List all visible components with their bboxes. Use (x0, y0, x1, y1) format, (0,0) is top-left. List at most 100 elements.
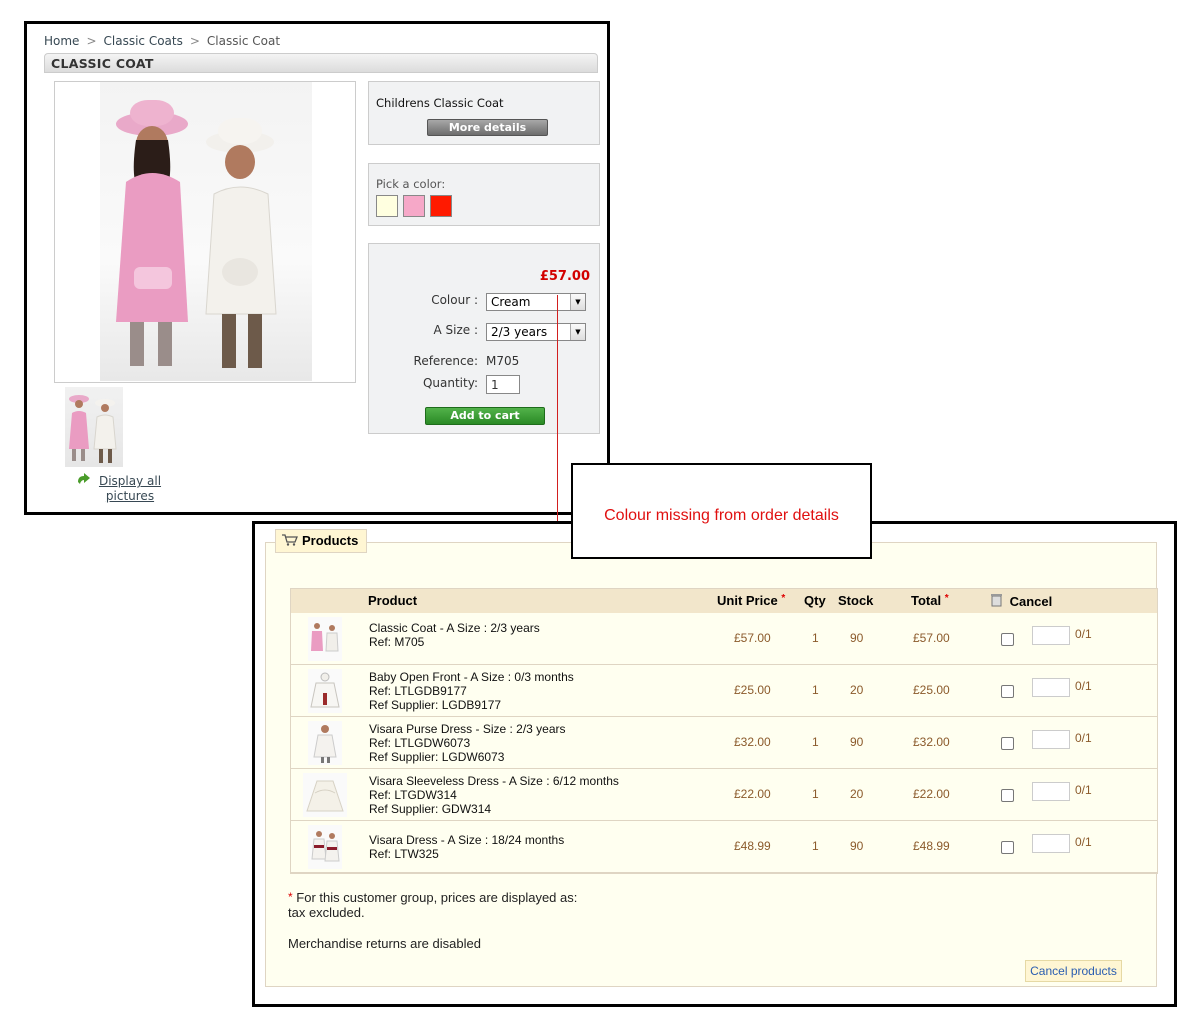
color-swatch-cream[interactable] (376, 195, 398, 217)
row-product-name: Visara Dress - A Size : 18/24 months (369, 833, 565, 847)
row-cancel-checkbox[interactable] (1001, 737, 1014, 750)
breadcrumb-separator: > (86, 34, 97, 48)
col-unit-price: Unit Price * (717, 593, 785, 608)
col-product: Product (368, 593, 418, 608)
reference-value: M705 (486, 354, 520, 368)
row-total: £57.00 (913, 631, 950, 645)
trash-icon (991, 594, 1002, 607)
product-thumbnail[interactable] (65, 387, 123, 467)
table-row: Baby Open Front - A Size : 0/3 months Re… (291, 665, 1157, 717)
table-header: Product Unit Price * Qty Stock Total * C… (291, 589, 1157, 613)
row-cancel-checkbox[interactable] (1001, 685, 1014, 698)
row-cancel-checkbox[interactable] (1001, 633, 1014, 646)
asterisk-icon: * (781, 593, 786, 604)
products-table: Product Unit Price * Qty Stock Total * C… (290, 588, 1158, 874)
row-unit-price: £22.00 (734, 787, 771, 801)
breadcrumb-current: Classic Coat (206, 34, 281, 48)
breadcrumb-separator: > (189, 34, 200, 48)
main-product-image[interactable] (54, 81, 356, 383)
products-legend-label: Products (302, 533, 359, 548)
breadcrumb-classic-coats-link[interactable]: Classic Coats (104, 34, 183, 48)
row-total: £22.00 (913, 787, 950, 801)
chevron-down-icon: ▼ (570, 324, 585, 340)
table-row: Visara Sleeveless Dress - A Size : 6/12 … (291, 769, 1157, 821)
row-product-ref: Ref: M705 (369, 635, 425, 649)
row-unit-price: £32.00 (734, 735, 771, 749)
products-fieldset: Product Unit Price * Qty Stock Total * C… (265, 542, 1158, 987)
row-cancel-count: 0/1 (1075, 731, 1092, 745)
asterisk-icon: * (944, 593, 949, 604)
size-select-value: 2/3 years (491, 325, 548, 339)
refresh-arrow-icon (78, 473, 90, 484)
color-swatch-pink[interactable] (403, 195, 425, 217)
row-product-name: Visara Purse Dress - Size : 2/3 years (369, 722, 566, 736)
pick-color-label: Pick a color: (376, 177, 446, 191)
col-cancel-label: Cancel (1009, 594, 1053, 609)
display-all-pictures-link[interactable]: Display all pictures (95, 474, 165, 504)
colour-select[interactable]: Cream ▼ (486, 293, 586, 311)
row-product-text: Visara Dress - A Size : 18/24 months Ref… (369, 833, 564, 861)
shopping-cart-icon (282, 534, 298, 546)
size-select[interactable]: 2/3 years ▼ (486, 323, 586, 341)
row-qty: 1 (812, 683, 819, 697)
col-qty: Qty (804, 593, 826, 608)
row-product-name: Classic Coat - A Size : 2/3 years (369, 621, 540, 635)
cancel-products-button[interactable]: Cancel products (1025, 960, 1122, 982)
product-description-box: Childrens Classic Coat More details (368, 81, 600, 145)
product-short-description: Childrens Classic Coat (376, 96, 504, 110)
row-stock: 90 (850, 631, 864, 645)
quantity-label: Quantity: (422, 376, 478, 390)
row-cancel-checkbox[interactable] (1001, 789, 1014, 802)
breadcrumb: Home > Classic Coats > Classic Coat (44, 34, 280, 48)
product-row-thumbnail (303, 773, 347, 817)
row-product-supplier-ref: Ref Supplier: LGDB9177 (369, 698, 502, 712)
chevron-down-icon: ▼ (570, 294, 585, 310)
table-row: Visara Dress - A Size : 18/24 months Ref… (291, 821, 1157, 873)
color-picker-box: Pick a color: (368, 163, 600, 226)
row-total: £25.00 (913, 683, 950, 697)
row-qty: 1 (812, 787, 819, 801)
reference-label: Reference: (413, 354, 478, 368)
row-product-name: Baby Open Front - A Size : 0/3 months (369, 670, 574, 684)
col-total-label: Total (911, 593, 942, 608)
color-swatch-red[interactable] (430, 195, 452, 217)
row-cancel-qty-input[interactable] (1032, 782, 1070, 801)
page-title: CLASSIC COAT (51, 56, 154, 71)
table-row: Classic Coat - A Size : 2/3 years Ref: M… (291, 613, 1157, 665)
breadcrumb-home-link[interactable]: Home (44, 34, 79, 48)
row-unit-price: £25.00 (734, 683, 771, 697)
row-total: £48.99 (913, 839, 950, 853)
page-title-bar: CLASSIC COAT (44, 53, 598, 73)
row-qty: 1 (812, 839, 819, 853)
quantity-input[interactable]: 1 (486, 375, 520, 394)
row-cancel-qty-input[interactable] (1032, 626, 1070, 645)
row-product-ref: Ref: LTGDW314 (369, 788, 457, 802)
product-page-panel: Home > Classic Coats > Classic Coat CLASSIC … (24, 21, 610, 515)
row-product-ref: Ref: LTLGDB9177 (369, 684, 467, 698)
row-total: £32.00 (913, 735, 950, 749)
buy-block: £57.00 Colour : Cream ▼ A Size : 2/3 yea… (368, 243, 600, 434)
row-cancel-qty-input[interactable] (1032, 834, 1070, 853)
row-stock: 20 (850, 683, 864, 697)
add-to-cart-button[interactable]: Add to cart (425, 407, 545, 425)
more-details-button[interactable]: More details (427, 119, 548, 136)
product-row-thumbnail (308, 825, 342, 869)
row-cancel-checkbox[interactable] (1001, 841, 1014, 854)
product-photo (100, 82, 312, 381)
row-product-text: Visara Purse Dress - Size : 2/3 years Re… (369, 722, 566, 764)
row-product-name: Visara Sleeveless Dress - A Size : 6/12 … (369, 774, 619, 788)
tax-note-text: For this customer group, prices are disp… (288, 890, 578, 920)
product-row-thumbnail (308, 617, 342, 661)
annotation-text: Colour missing from order details (604, 507, 839, 524)
product-price: £57.00 (539, 269, 590, 284)
col-cancel: Cancel (991, 594, 1052, 609)
colour-select-value: Cream (491, 295, 531, 309)
col-total: Total * (911, 593, 949, 608)
table-row: Visara Purse Dress - Size : 2/3 years Re… (291, 717, 1157, 769)
row-cancel-qty-input[interactable] (1032, 678, 1070, 697)
row-product-ref: Ref: LTW325 (369, 847, 439, 861)
returns-note: Merchandise returns are disabled (288, 936, 481, 951)
row-cancel-qty-input[interactable] (1032, 730, 1070, 749)
row-stock: 20 (850, 787, 864, 801)
row-cancel-count: 0/1 (1075, 627, 1092, 641)
